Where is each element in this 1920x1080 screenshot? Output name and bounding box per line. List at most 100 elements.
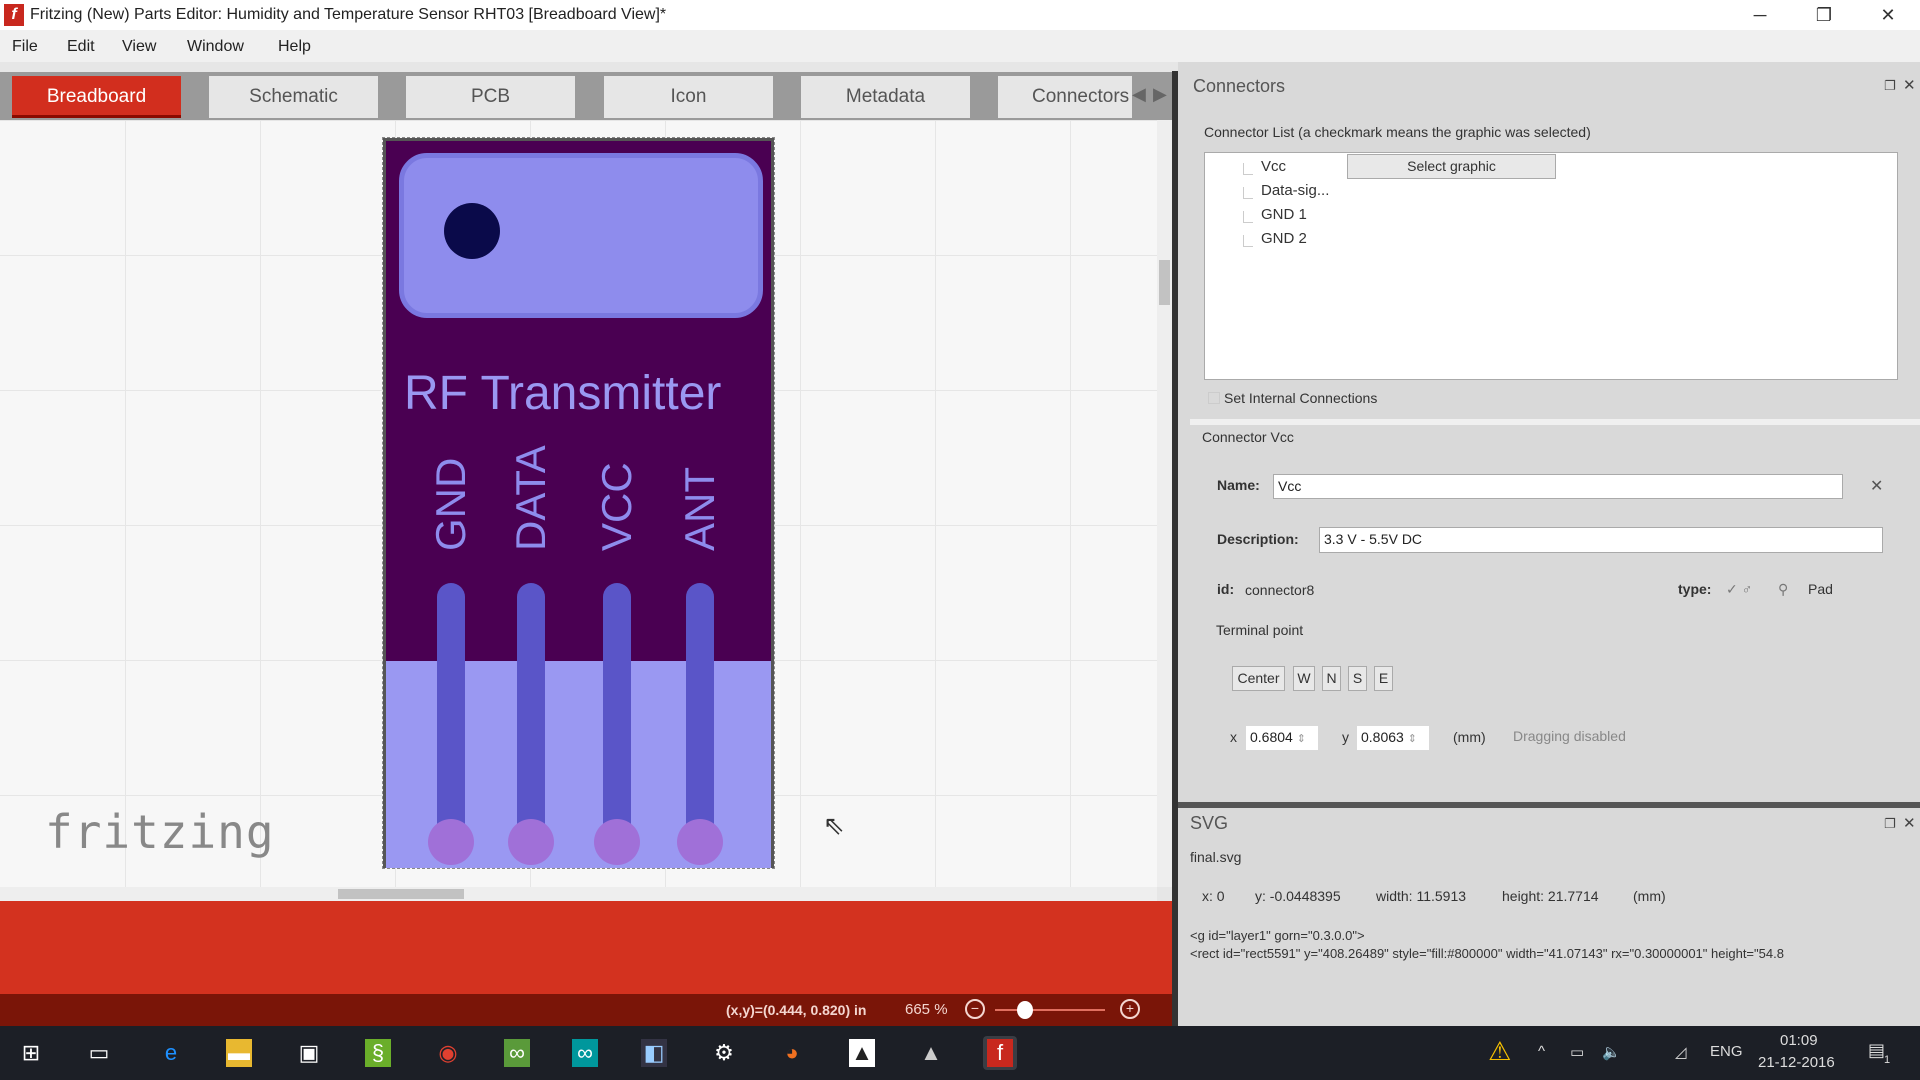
name-input[interactable]: Vcc — [1273, 474, 1843, 499]
zoom-slider-handle[interactable] — [1017, 1001, 1033, 1019]
notifications-icon[interactable]: ▤ — [1868, 1040, 1885, 1061]
title-bar: f Fritzing (New) Parts Editor: Humidity … — [0, 0, 1920, 30]
zoom-out-icon[interactable]: − — [965, 999, 985, 1019]
volume-icon[interactable]: 🔈 — [1602, 1043, 1621, 1061]
menu-help[interactable]: Help — [278, 38, 311, 56]
delete-connector-icon[interactable]: ✕ — [1870, 476, 1883, 496]
type-male-radio[interactable]: ✓ ♂ — [1726, 581, 1752, 598]
taskbar-inkscape-icon[interactable]: ▲ — [914, 1036, 948, 1070]
terminal-s-button[interactable]: S — [1348, 666, 1367, 691]
clock-time[interactable]: 01:09 — [1780, 1032, 1818, 1049]
horizontal-scrollbar[interactable] — [0, 887, 1157, 901]
internal-connections-checkbox[interactable] — [1208, 392, 1220, 404]
tray-expand-icon[interactable]: ^ — [1538, 1043, 1545, 1060]
y-label: y — [1342, 729, 1349, 745]
select-graphic-button[interactable]: Select graphic — [1347, 154, 1556, 179]
pin-pad[interactable] — [594, 819, 640, 865]
connectors-dock: Connectors ❐ ✕ Connector List (a checkma… — [1178, 62, 1920, 1026]
menu-window[interactable]: Window — [187, 38, 244, 56]
taskbar-tripadvisor-icon[interactable]: ∞ — [500, 1036, 534, 1070]
connector-list-label: Connector List (a checkmark means the gr… — [1204, 124, 1591, 140]
svg-width: width: 11.5913 — [1376, 888, 1467, 904]
menu-view[interactable]: View — [122, 38, 156, 56]
type-pad-radio[interactable]: Pad — [1808, 581, 1833, 597]
canvas-footer — [0, 901, 1172, 994]
terminal-w-button[interactable]: W — [1293, 666, 1315, 691]
tab-breadboard[interactable]: Breadboard — [12, 76, 181, 118]
dock-separator[interactable] — [1178, 802, 1920, 808]
connector-checkbox[interactable] — [1243, 211, 1253, 223]
tab-metadata[interactable]: Metadata — [801, 76, 970, 118]
tab-pcb[interactable]: PCB — [406, 76, 575, 118]
taskbar-arduino-icon[interactable]: ∞ — [568, 1036, 602, 1070]
taskbar-app-icon[interactable]: ◧ — [637, 1036, 671, 1070]
connector-checkbox[interactable] — [1243, 163, 1253, 175]
pin-pad[interactable] — [508, 819, 554, 865]
pin-pad[interactable] — [677, 819, 723, 865]
taskbar-firefox-icon[interactable]: ◕ — [775, 1036, 809, 1070]
pin-leg — [603, 583, 631, 848]
pin-label: DATA — [507, 445, 554, 551]
close-dock-icon[interactable]: ✕ — [1903, 76, 1916, 94]
tab-icon[interactable]: Icon — [604, 76, 773, 118]
taskbar-photos-icon[interactable]: ▲ — [845, 1036, 879, 1070]
x-spinbox[interactable]: 0.6804 ⇕ — [1246, 726, 1318, 750]
minimize-button[interactable]: ─ — [1732, 2, 1788, 28]
taskbar-store-icon[interactable]: ▣ — [292, 1036, 326, 1070]
close-button[interactable]: ✕ — [1860, 2, 1916, 28]
taskbar-file-explorer-icon[interactable]: ▬ — [222, 1036, 256, 1070]
menu-edit[interactable]: Edit — [67, 38, 95, 56]
float-icon[interactable]: ❐ — [1884, 78, 1896, 94]
pin-label: ANT — [676, 467, 723, 551]
taskbar-windows-start-icon[interactable]: ⊞ — [14, 1036, 48, 1070]
pin-leg — [517, 583, 545, 848]
wifi-icon[interactable]: ◿ — [1675, 1043, 1687, 1061]
zoom-in-icon[interactable]: + — [1120, 999, 1140, 1019]
restore-button[interactable]: ❐ — [1796, 2, 1852, 28]
zoom-slider[interactable] — [995, 1009, 1105, 1011]
pin-leg — [437, 583, 465, 848]
svg-code-line: <g id="layer1" gorn="0.3.0.0"> — [1190, 928, 1365, 943]
clock-date[interactable]: 21-12-2016 — [1758, 1054, 1835, 1071]
vertical-scrollbar[interactable] — [1157, 120, 1172, 887]
connector-list-item[interactable]: GND 2 — [1261, 230, 1307, 247]
terminal-n-button[interactable]: N — [1322, 666, 1341, 691]
battery-icon[interactable]: ▭ — [1570, 1043, 1584, 1061]
connector-list[interactable]: Vcc Data-sig... GND 1 GND 2 Select graph… — [1204, 152, 1898, 380]
mouse-cursor-icon: ⇖ — [823, 810, 845, 840]
svg-float-icon[interactable]: ❐ — [1884, 816, 1896, 832]
description-label: Description: — [1217, 531, 1299, 547]
y-spinbox[interactable]: 0.8063 ⇕ — [1357, 726, 1429, 750]
terminal-e-button[interactable]: E — [1374, 666, 1393, 691]
tab-connectors[interactable]: Connectors — [998, 76, 1132, 118]
warning-icon[interactable]: ⚠ — [1488, 1036, 1511, 1067]
taskbar-settings-icon[interactable]: ⚙ — [707, 1036, 741, 1070]
taskbar-evernote-icon[interactable]: § — [361, 1036, 395, 1070]
taskbar-chrome-icon[interactable]: ◉ — [431, 1036, 465, 1070]
menu-file[interactable]: File — [12, 38, 38, 56]
connector-list-item[interactable]: GND 1 — [1261, 206, 1307, 223]
svg-filename: final.svg — [1190, 849, 1242, 865]
taskbar-task-view-icon[interactable]: ▭ — [82, 1036, 116, 1070]
connector-checkbox[interactable] — [1243, 187, 1253, 199]
connector-checkbox[interactable] — [1243, 235, 1253, 247]
cursor-coordinates: (x,y)=(0.444, 0.820) in — [726, 1002, 867, 1018]
connector-list-item[interactable]: Vcc — [1261, 158, 1286, 175]
tab-schematic[interactable]: Schematic — [209, 76, 378, 118]
breadboard-canvas[interactable]: RF Transmitter GND DATA VCC ANT fritzing… — [0, 120, 1157, 887]
part-graphic[interactable]: RF Transmitter GND DATA VCC ANT — [382, 137, 775, 869]
tab-scroll-left-icon[interactable]: ◀ — [1132, 84, 1146, 105]
taskbar-edge-icon[interactable]: e — [154, 1036, 188, 1070]
type-female-radio[interactable]: ⚲ — [1778, 581, 1788, 598]
taskbar-fritzing-icon[interactable]: f — [983, 1036, 1017, 1070]
svg-dock-title: SVG — [1190, 813, 1229, 833]
connector-list-item[interactable]: Data-sig... — [1261, 182, 1329, 199]
pin-pad[interactable] — [428, 819, 474, 865]
language-indicator[interactable]: ENG — [1710, 1043, 1743, 1060]
svg-close-icon[interactable]: ✕ — [1903, 814, 1916, 832]
terminal-center-button[interactable]: Center — [1232, 666, 1285, 691]
description-input[interactable]: 3.3 V - 5.5V DC — [1319, 527, 1883, 553]
tab-scroll-right-icon[interactable]: ▶ — [1153, 84, 1167, 105]
connectors-dock-title: Connectors — [1193, 76, 1286, 96]
window-title: Fritzing (New) Parts Editor: Humidity an… — [30, 6, 667, 23]
